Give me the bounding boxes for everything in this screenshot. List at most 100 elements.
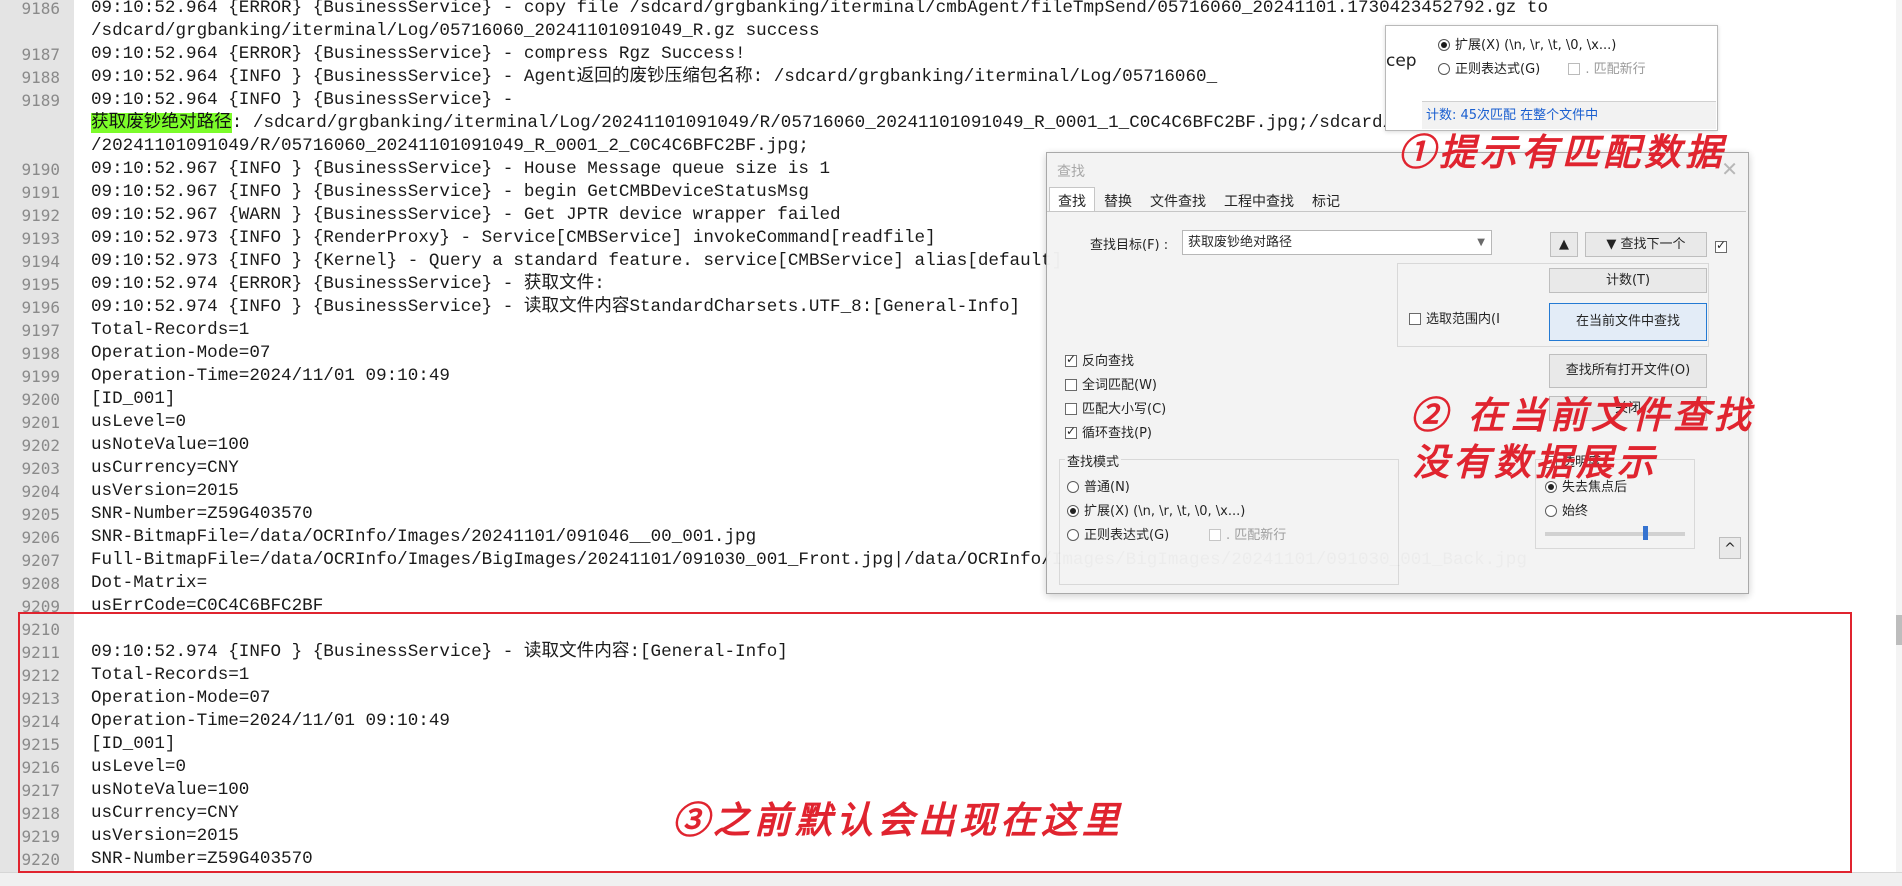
match-newline-option[interactable]: . 匹配新行 [1209, 524, 1286, 543]
find-dialog[interactable]: 查找 ✕ 查找 替换 文件查找 工程中查找 标记 查找目标(F) : 获取废钞绝… [1046, 152, 1749, 594]
checkbox-icon [1065, 403, 1077, 415]
radio-icon [1067, 481, 1079, 493]
editor-line[interactable]: 9186 09:10:52.964 {ERROR} {BusinessServic… [0, 0, 1902, 20]
horizontal-scrollbar[interactable] [0, 872, 1902, 886]
line-text[interactable]: usCurrency=CNY [91, 457, 239, 480]
tab-mark[interactable]: 标记 [1303, 187, 1349, 211]
count-button[interactable]: 计数(T) [1549, 268, 1707, 293]
checkbox-icon [1568, 63, 1581, 75]
annotation-2-line1: ② 在当前文件查找 [1410, 393, 1755, 437]
checkbox-icon [1409, 313, 1421, 325]
line-text[interactable]: 09:10:52.973 {INFO } {Kernel} - Query a … [91, 250, 1062, 273]
line-text[interactable]: 09:10:52.964 {ERROR} {BusinessService} -… [91, 0, 1548, 20]
in-selection-option[interactable]: 选取范围内(I [1409, 308, 1500, 327]
tab-find-in-project[interactable]: 工程中查找 [1215, 187, 1303, 211]
line-number: 9208 [21, 574, 60, 593]
line-text[interactable]: Total-Records=1 [91, 319, 249, 342]
find-target-input[interactable]: 获取废钞绝对路径 ▼ [1182, 230, 1492, 255]
find-in-current-file-button[interactable]: 在当前文件中查找 [1549, 303, 1707, 341]
mode-regex-option[interactable]: 正则表达式(G) [1067, 524, 1169, 543]
line-number: 9203 [21, 459, 60, 478]
line-number: 9197 [21, 321, 60, 340]
always-option[interactable]: 始终 [1545, 500, 1588, 519]
line-number: 9198 [21, 344, 60, 363]
sticky-checkbox[interactable] [1715, 236, 1732, 255]
line-text[interactable]: /sdcard/grgbanking/iterminal/Log/0571606… [91, 20, 820, 43]
line-number: 9196 [21, 298, 60, 317]
line-text[interactable]: usNoteValue=100 [91, 434, 249, 457]
line-text[interactable]: Operation-Time=2024/11/01 09:10:49 [91, 365, 450, 388]
line-number: 9201 [21, 413, 60, 432]
annotation-1: ①提示有匹配数据 [1398, 130, 1726, 174]
mode-normal-option[interactable]: 普通(N) [1067, 476, 1130, 495]
mini-extended-option[interactable]: 扩展(X) (\n, \r, \t, \0, \x...) [1438, 34, 1616, 53]
checkbox-icon [1209, 529, 1221, 541]
tab-replace[interactable]: 替换 [1095, 187, 1141, 211]
find-previous-button[interactable]: ▲ [1550, 232, 1578, 257]
line-text[interactable]: usLevel=0 [91, 411, 186, 434]
line-text[interactable]: Operation-Mode=07 [91, 342, 271, 365]
find-next-button[interactable]: ▼ 查找下一个 [1585, 232, 1707, 257]
radio-icon [1067, 505, 1079, 517]
line-text[interactable]: 09:10:52.964 {ERROR} {BusinessService} -… [91, 43, 746, 66]
line-text[interactable]: 09:10:52.964 {INFO } {BusinessService} -… [91, 66, 1217, 89]
checkbox-icon [1065, 379, 1077, 391]
line-number: 9191 [21, 183, 60, 202]
line-number: 9186 [21, 0, 60, 18]
transparency-slider[interactable] [1545, 526, 1685, 540]
mini-regex-option[interactable]: 正则表达式(G) . 匹配新行 [1438, 58, 1646, 77]
radio-icon [1438, 39, 1450, 51]
line-text[interactable]: 09:10:52.973 {INFO } {RenderProxy} - Ser… [91, 227, 936, 250]
line-number: 9206 [21, 528, 60, 547]
line-number: 9195 [21, 275, 60, 294]
find-target-label: 查找目标(F) : [1090, 238, 1169, 253]
match-case-option[interactable]: 匹配大小写(C) [1065, 398, 1166, 417]
tab-find-in-files[interactable]: 文件查找 [1141, 187, 1215, 211]
checkbox-icon [1715, 238, 1727, 253]
line-number: 9207 [21, 551, 60, 570]
line-text[interactable]: 09:10:52.967 {INFO } {BusinessService} -… [91, 181, 809, 204]
line-number: 9190 [21, 160, 60, 179]
line-text[interactable]: [ID_001] [91, 388, 175, 411]
line-text[interactable]: 09:10:52.974 {INFO } {BusinessService} -… [91, 296, 1020, 319]
line-number: 9188 [21, 68, 60, 87]
find-result-panel: cep 扩展(X) (\n, \r, \t, \0, \x...) 正则表达式(… [1385, 25, 1718, 131]
find-all-open-files-button[interactable]: 查找所有打开文件(O) [1549, 354, 1707, 388]
line-text[interactable]: 09:10:52.964 {INFO } {BusinessService} - [91, 89, 513, 112]
reverse-search-option[interactable]: 反向查找 [1065, 350, 1134, 369]
line-text[interactable]: 09:10:52.974 {ERROR} {BusinessService} -… [91, 273, 605, 296]
wrap-around-option[interactable]: 循环查找(P) [1065, 422, 1152, 441]
chevron-down-icon[interactable]: ▼ [1477, 231, 1485, 254]
whole-word-option[interactable]: 全词匹配(W) [1065, 374, 1157, 393]
tab-find[interactable]: 查找 [1049, 187, 1095, 211]
checkbox-icon [1065, 424, 1077, 439]
line-number: 9205 [21, 505, 60, 524]
line-text[interactable]: 09:10:52.967 {INFO } {BusinessService} -… [91, 158, 830, 181]
search-match-highlight: 获取废钞绝对路径 [91, 113, 232, 133]
line-number: 9199 [21, 367, 60, 386]
line-text[interactable]: usVersion=2015 [91, 480, 239, 503]
line-text[interactable]: Dot-Matrix= [91, 572, 207, 595]
search-mode-title: 查找模式 [1065, 451, 1122, 470]
line-text[interactable]: /20241101091049/R/05716060_2024110109104… [91, 135, 809, 158]
vertical-scrollbar[interactable] [1896, 0, 1902, 872]
line-number: 9192 [21, 206, 60, 225]
radio-icon [1067, 529, 1079, 541]
radio-icon [1545, 505, 1557, 517]
annotation-2-line2: 没有数据展示 [1412, 440, 1658, 484]
dialog-tabs: 查找 替换 文件查找 工程中查找 标记 [1049, 187, 1349, 211]
mode-extended-option[interactable]: 扩展(X) (\n, \r, \t, \0, \x...) [1067, 500, 1245, 519]
line-number: 9187 [21, 45, 60, 64]
line-number: 9204 [21, 482, 60, 501]
collapse-button[interactable]: ^ [1719, 537, 1741, 559]
slider-knob[interactable] [1643, 526, 1648, 540]
scrollbar-thumb[interactable] [1896, 615, 1902, 645]
line-text[interactable]: SNR-BitmapFile=/data/OCRInfo/Images/2024… [91, 526, 756, 549]
dialog-title: 查找 [1057, 164, 1085, 180]
radio-icon [1438, 63, 1450, 75]
line-text[interactable]: SNR-Number=Z59G403570 [91, 503, 313, 526]
line-number: 9193 [21, 229, 60, 248]
mini-newline-option[interactable]: . 匹配新行 [1568, 62, 1646, 77]
line-number: 9194 [21, 252, 60, 271]
line-text[interactable]: 09:10:52.967 {WARN } {BusinessService} -… [91, 204, 841, 227]
